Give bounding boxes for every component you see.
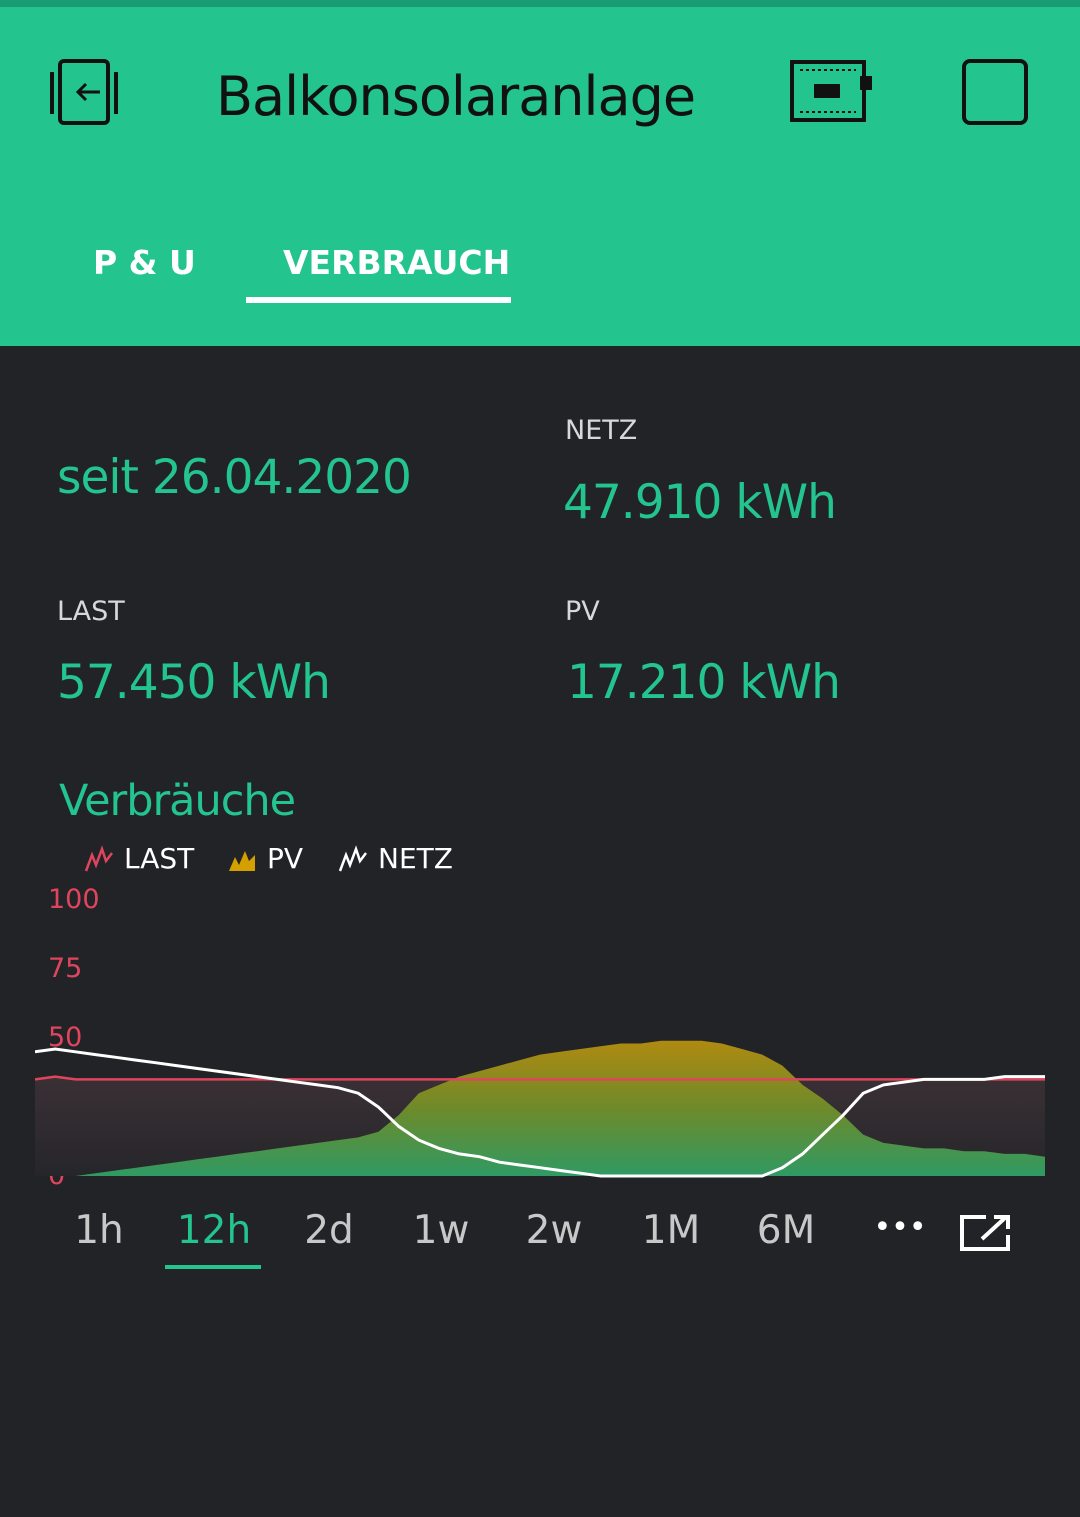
more-button[interactable]: ••• [850, 1210, 950, 1245]
chart-title: Verbräuche [59, 776, 296, 826]
range-12h[interactable]: 12h [164, 1208, 264, 1253]
area-chart-icon [229, 850, 255, 871]
line-chart-icon [338, 844, 367, 871]
legend-netz-label: NETZ [378, 842, 453, 875]
device-icon[interactable] [790, 60, 874, 122]
legend-netz[interactable]: NETZ [338, 842, 453, 875]
active-tab-indicator [246, 297, 511, 303]
expand-icon[interactable] [958, 1213, 1012, 1253]
legend-last[interactable]: LAST [84, 842, 194, 875]
tab-verbrauch[interactable]: VERBRAUCH [283, 243, 510, 282]
range-6m[interactable]: 6M [736, 1208, 836, 1253]
range-1w[interactable]: 1w [391, 1208, 491, 1253]
tab-p-u[interactable]: P & U [93, 243, 196, 282]
pv-label: PV [565, 596, 600, 627]
legend-pv[interactable]: PV [227, 842, 303, 875]
square-icon[interactable] [962, 59, 1028, 125]
line-chart-icon [84, 844, 113, 871]
range-2w[interactable]: 2w [504, 1208, 604, 1253]
consumption-chart[interactable] [35, 900, 1045, 1180]
pv-value: 17.210 kWh [567, 655, 841, 710]
status-strip [0, 0, 1080, 7]
logout-icon[interactable] [48, 58, 122, 128]
since-date: seit 26.04.2020 [57, 450, 412, 505]
range-1m[interactable]: 1M [621, 1208, 721, 1253]
range-2d[interactable]: 2d [279, 1208, 379, 1253]
range-1h[interactable]: 1h [49, 1208, 149, 1253]
active-range-indicator [165, 1265, 261, 1269]
netz-value: 47.910 kWh [563, 475, 837, 530]
legend-last-label: LAST [124, 842, 195, 875]
netz-label: NETZ [565, 415, 638, 446]
last-value: 57.450 kWh [57, 655, 331, 710]
last-label: LAST [57, 596, 125, 627]
legend-pv-label: PV [267, 842, 304, 875]
app-header: Balkonsolaranlage P & U VERBRAUCH [0, 7, 1080, 346]
app-title: Balkonsolaranlage [216, 65, 696, 128]
